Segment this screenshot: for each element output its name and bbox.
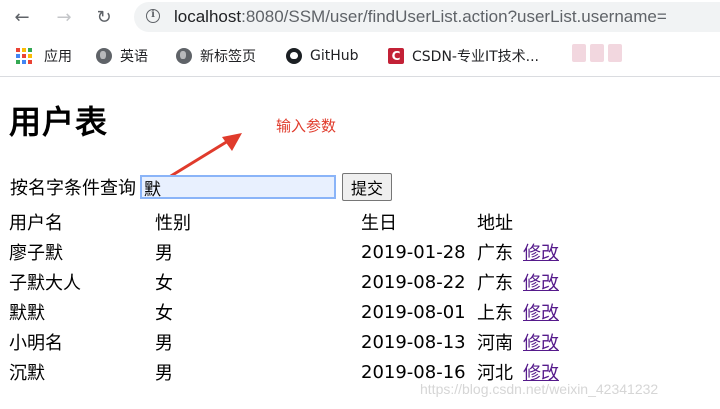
table-row: 廖子默 男 2019-01-28 广东 修改 [8,237,560,267]
forward-icon[interactable]: → [52,6,76,30]
page-title: 用户表 [9,103,109,141]
bookmark-label: CSDN-专业IT技术... [412,49,539,65]
header-action [522,207,560,237]
search-form: 按名字条件查询 提交 [10,173,393,201]
cell-gender: 男 [155,363,173,384]
watermark: https://blog.csdn.net/weixin_42341232 [420,381,659,397]
cell-username: 沉默 [9,363,45,384]
search-label: 按名字条件查询 [10,178,136,199]
cell-birthday: 2019-08-01 [361,301,466,323]
bookmark-github[interactable]: GitHub [286,46,359,66]
header-birthday: 生日 [361,213,397,234]
table-header-row: 用户名 性别 生日 地址 [8,207,560,237]
cell-username: 廖子默 [9,243,63,264]
header-address: 地址 [477,213,513,234]
bookmark-csdn[interactable]: C CSDN-专业IT技术... [388,46,539,66]
back-icon[interactable]: ← [10,6,34,30]
cell-gender: 男 [155,243,173,264]
bookmark-label: 英语 [120,49,148,65]
apps-icon [16,48,32,64]
bookmark-label: 新标签页 [200,49,256,65]
cell-gender: 女 [155,273,173,294]
edit-link[interactable]: 修改 [523,243,559,264]
bookmark-apps[interactable]: 应用 [16,46,72,66]
annotation-label: 输入参数 [276,117,337,135]
github-icon [286,48,302,64]
globe-icon [96,48,112,64]
address-bar[interactable]: localhost:8080/SSM/user/findUserList.act… [134,2,720,32]
table-row: 小明名 男 2019-08-13 河南 修改 [8,327,560,357]
submit-button[interactable]: 提交 [342,173,393,201]
edit-link[interactable]: 修改 [523,303,559,324]
url-path: :8080/SSM/user/findUserList.action?userL… [241,7,667,26]
page-content: 用户表 输入参数 按名字条件查询 提交 用户名 性别 生日 地址 廖子默 男 2… [0,77,720,409]
globe-icon [176,48,192,64]
cell-username: 默默 [9,303,45,324]
user-table: 用户名 性别 生日 地址 廖子默 男 2019-01-28 广东 修改 子默大人… [8,207,560,387]
cell-address: 广东 [477,243,513,264]
bookmark-label: 应用 [44,49,72,65]
reload-icon[interactable]: ↻ [92,6,116,30]
csdn-icon: C [388,48,404,64]
table-row: 子默大人 女 2019-08-22 广东 修改 [8,267,560,297]
cell-gender: 男 [155,333,173,354]
header-gender: 性别 [155,213,191,234]
username-search-input[interactable] [140,175,336,199]
browser-toolbar: ← → ↻ localhost:8080/SSM/user/findUserLi… [0,0,720,36]
cell-address: 广东 [477,273,513,294]
blurred-bookmark[interactable] [572,44,642,66]
cell-username: 子默大人 [9,273,81,294]
cell-birthday: 2019-08-13 [361,331,466,353]
info-icon[interactable] [146,9,160,23]
cell-birthday: 2019-01-28 [361,241,466,263]
url-text[interactable]: localhost:8080/SSM/user/findUserList.act… [174,7,667,27]
cell-address: 上东 [477,303,513,324]
edit-link[interactable]: 修改 [523,333,559,354]
edit-link[interactable]: 修改 [523,273,559,294]
cell-birthday: 2019-08-22 [361,271,466,293]
bookmark-label: GitHub [310,48,359,64]
bookmark-new-tab[interactable]: 新标签页 [176,46,256,66]
cell-address: 河南 [477,333,513,354]
cell-gender: 女 [155,303,173,324]
bookmark-english[interactable]: 英语 [96,46,148,66]
header-username: 用户名 [9,213,63,234]
url-host: localhost [174,7,242,26]
cell-username: 小明名 [9,333,63,354]
table-row: 默默 女 2019-08-01 上东 修改 [8,297,560,327]
